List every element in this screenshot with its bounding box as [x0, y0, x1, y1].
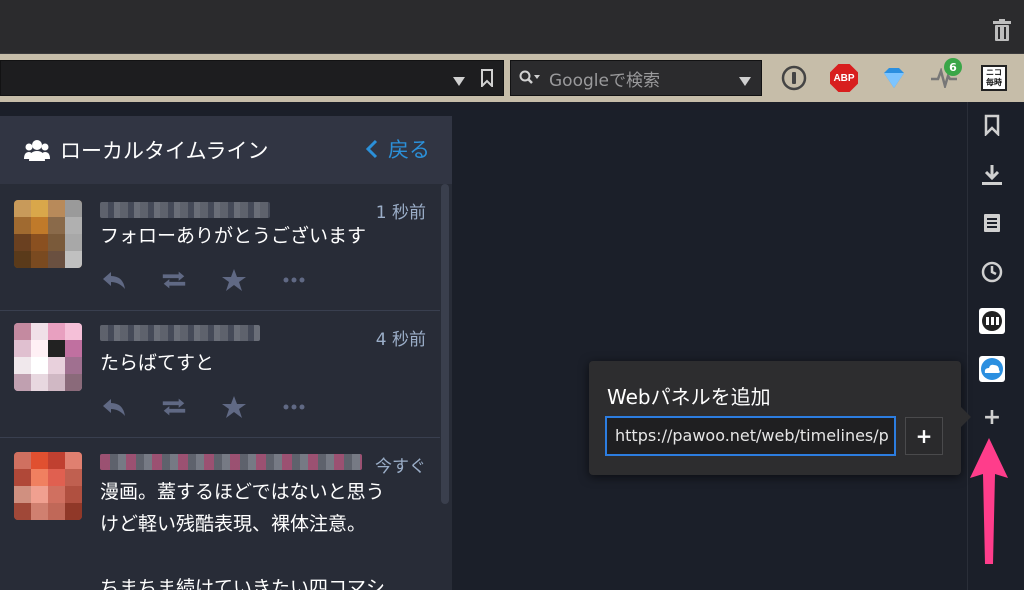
boost-icon[interactable] — [160, 395, 188, 419]
add-web-panel-popup: Webパネルを追加 https://pawoo.net/web/timeline… — [589, 361, 971, 475]
timestamp[interactable]: 今すぐ — [375, 452, 426, 477]
cloud-panel-icon[interactable] — [979, 356, 1005, 382]
avatar[interactable] — [14, 452, 82, 520]
notification-badge: 6 — [944, 58, 962, 76]
boost-icon[interactable] — [160, 268, 188, 292]
history-icon[interactable] — [979, 259, 1005, 285]
mastodon-panel-icon[interactable] — [979, 308, 1005, 334]
column-title: ローカルタイムライン — [60, 139, 269, 163]
notes-icon[interactable] — [979, 210, 1005, 236]
timeline-column: ローカルタイムライン 戻る 1 秒前 フォローありがとうございます 4 秒前 た… — [0, 116, 452, 590]
chevron-down-icon[interactable] — [739, 72, 751, 91]
reply-icon[interactable] — [100, 268, 128, 292]
niko-label-top: ニコ — [986, 68, 1002, 77]
status-content: 漫画。蓋するほどではないと思う けど軽い残酷表現、裸体注意。 ちまちま続けていき… — [100, 481, 386, 590]
add-panel-button[interactable]: + — [979, 404, 1005, 430]
avatar[interactable] — [14, 200, 82, 268]
status-content: フォローありがとうございます — [100, 225, 367, 247]
bookmarks-icon[interactable] — [979, 112, 1005, 138]
back-label: 戻る — [388, 138, 430, 162]
panel-url-value: https://pawoo.net/web/timelines/p — [615, 426, 889, 445]
users-icon — [24, 140, 50, 161]
address-bar[interactable] — [0, 60, 504, 96]
status-actions — [100, 395, 308, 419]
back-button[interactable]: 戻る — [366, 134, 430, 164]
status-item[interactable]: 1 秒前 フォローありがとうございます — [0, 184, 440, 311]
adblock-button[interactable]: ABP — [830, 64, 858, 92]
password-manager-icon[interactable] — [780, 64, 808, 92]
avatar[interactable] — [14, 323, 82, 391]
reply-icon[interactable] — [100, 395, 128, 419]
status-item[interactable]: 今すぐ 漫画。蓋するほどではないと思う けど軽い残酷表現、裸体注意。 ちまちま続… — [0, 438, 440, 590]
star-icon[interactable] — [220, 268, 248, 292]
search-placeholder: Googleで検索 — [549, 70, 660, 91]
chevron-down-icon[interactable] — [453, 72, 465, 91]
title-bar — [0, 0, 1024, 54]
panel-url-input[interactable]: https://pawoo.net/web/timelines/p — [605, 416, 896, 456]
niko-extension-button[interactable]: ニコ 毎時 — [980, 64, 1008, 92]
status-actions — [100, 268, 308, 292]
adblock-icon: ABP — [830, 64, 858, 92]
niko-icon: ニコ 毎時 — [981, 65, 1007, 91]
status-content: たらばてすと — [100, 352, 215, 374]
popup-title: Webパネルを追加 — [607, 385, 771, 409]
browser-toolbar: Googleで検索 ABP 6 ニコ 毎時 — [0, 54, 1024, 102]
activity-extension-button[interactable]: 6 — [930, 58, 962, 92]
niko-label-bottom: 毎時 — [986, 78, 1002, 87]
status-item[interactable]: 4 秒前 たらばてすと — [0, 311, 440, 438]
trash-icon[interactable] — [992, 18, 1012, 42]
arrow-up-icon — [970, 438, 1008, 564]
bookmark-icon[interactable] — [481, 69, 493, 91]
column-scrollbar[interactable] — [441, 184, 449, 504]
more-icon[interactable] — [280, 395, 308, 419]
shield-diamond-icon[interactable] — [880, 64, 908, 92]
display-name[interactable] — [100, 202, 270, 218]
star-icon[interactable] — [220, 395, 248, 419]
display-name[interactable] — [100, 325, 260, 341]
chevron-left-icon — [366, 139, 378, 159]
display-name[interactable] — [100, 454, 362, 470]
column-header: ローカルタイムライン 戻る — [0, 116, 452, 184]
add-url-button[interactable]: + — [905, 417, 943, 455]
download-icon[interactable] — [979, 162, 1005, 188]
more-icon[interactable] — [280, 268, 308, 292]
search-icon — [519, 70, 540, 84]
search-input[interactable]: Googleで検索 — [510, 60, 762, 96]
